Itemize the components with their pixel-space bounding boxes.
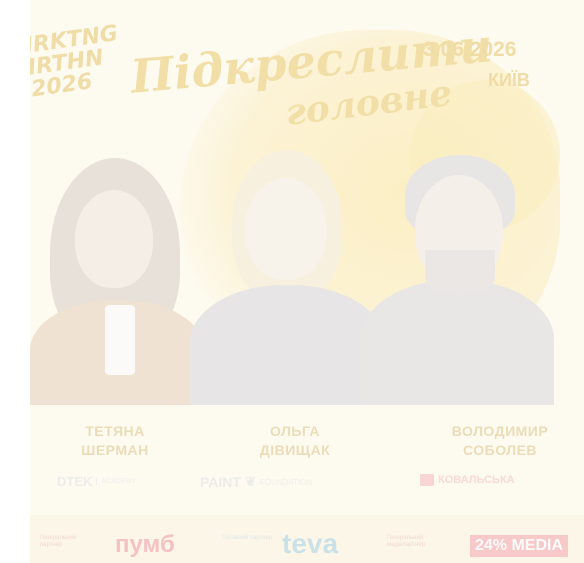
- speaker-face: [245, 178, 327, 280]
- event-poster: MRKTNG MRTHN 2026 Підкреслити головне 3.…: [30, 0, 584, 563]
- foundation-icon: ❦: [244, 474, 256, 489]
- speaker-name: ВОЛОДИМИР СОБОЛЕВ: [415, 422, 584, 460]
- speaker-last-name: ДІВИЩАК: [259, 442, 331, 458]
- speaker-first-name: ВОЛОДИМИР: [451, 423, 549, 439]
- speaker-photo: [30, 150, 205, 405]
- company-sub: FOUNDATION: [259, 477, 313, 487]
- event-date: 3.06.2026: [423, 38, 517, 61]
- speaker-shirt: [105, 305, 135, 375]
- company-name: PAINT: [200, 474, 241, 490]
- company-logo-dtek: DTEK ACADEMY: [57, 474, 136, 489]
- sponsor-caption: Генеральний партнер: [40, 535, 77, 548]
- company-name: DTEK: [57, 474, 93, 489]
- company-name: КОВАЛЬСЬКА: [438, 474, 515, 486]
- speaker-beard: [425, 250, 495, 295]
- speaker-last-name: СОБОЛЕВ: [462, 442, 538, 458]
- company-logo-paint: PAINT ❦ FOUNDATION: [200, 474, 312, 490]
- sponsor-caption: Головний партнер: [222, 535, 273, 541]
- sponsor-logo-pumb: пумб: [115, 531, 175, 558]
- speaker-first-name: ТЕТЯНА: [85, 423, 145, 439]
- event-city: КИЇВ: [488, 70, 530, 90]
- sponsor-logo-media: 24% MEDIA: [470, 535, 569, 557]
- speaker-name: ТЕТЯНА ШЕРМАН: [30, 422, 200, 460]
- speaker-photo: [190, 150, 385, 405]
- speaker-photo: [360, 150, 554, 405]
- company-sub: ACADEMY: [96, 478, 136, 485]
- sponsor-logo-teva: teva: [282, 528, 339, 559]
- sponsor-caption: Генеральний медіапартнер: [387, 535, 426, 548]
- event-logo: MRKTNG MRTHN 2026: [30, 21, 125, 103]
- company-logo-kovalska: КОВАЛЬСЬКА: [420, 474, 515, 486]
- speaker-last-name: ШЕРМАН: [81, 442, 149, 458]
- speaker-face: [75, 190, 153, 288]
- speaker-body: [190, 285, 385, 405]
- speaker-name: ОЛЬГА ДІВИЩАК: [210, 422, 380, 460]
- speaker-body: [360, 280, 554, 405]
- speaker-first-name: ОЛЬГА: [269, 423, 321, 439]
- kovalska-icon: [420, 474, 434, 486]
